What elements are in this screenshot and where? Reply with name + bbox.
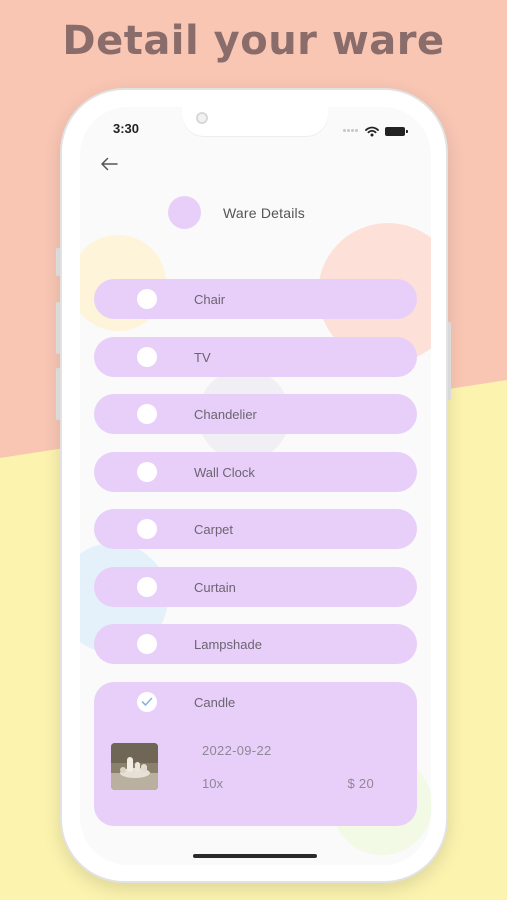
camera-icon bbox=[196, 112, 208, 124]
ware-label: Carpet bbox=[194, 522, 234, 537]
ware-checkbox[interactable] bbox=[137, 461, 157, 482]
ware-checkbox[interactable] bbox=[137, 519, 157, 539]
promo-headline: Detail your ware bbox=[62, 18, 445, 64]
header-avatar-dot bbox=[168, 196, 201, 229]
ware-label: Lampshade bbox=[194, 637, 262, 652]
ware-checkbox-checked[interactable] bbox=[137, 691, 157, 712]
ware-item-curtain[interactable]: Curtain bbox=[94, 566, 417, 607]
ware-list: Chair TV Chandelier Wall Clock Carpet Cu… bbox=[94, 279, 417, 843]
ware-label: Candle bbox=[194, 694, 236, 710]
ware-date: 2022-09-22 bbox=[202, 742, 272, 758]
ware-price: $ 20 bbox=[347, 775, 374, 791]
ware-quantity: 10x bbox=[202, 775, 223, 791]
signal-icon bbox=[343, 122, 359, 140]
ware-item-tv[interactable]: TV bbox=[94, 336, 417, 377]
wifi-icon bbox=[365, 126, 379, 136]
battery-icon bbox=[385, 126, 408, 136]
ware-item-wall-clock[interactable]: Wall Clock bbox=[94, 451, 417, 492]
phone-frame: 3:30 Ware Details Chair TV Chandelier Wa… bbox=[60, 88, 448, 883]
candle-photo bbox=[111, 742, 158, 790]
ware-checkbox[interactable] bbox=[137, 404, 157, 424]
ware-label: Chandelier bbox=[194, 407, 257, 422]
ware-item-chair[interactable]: Chair bbox=[94, 279, 417, 319]
arrow-left-icon[interactable] bbox=[100, 155, 118, 175]
ware-item-lampshade[interactable]: Lampshade bbox=[94, 624, 417, 664]
ware-label: Wall Clock bbox=[194, 464, 255, 480]
page-title: Ware Details bbox=[223, 205, 306, 221]
home-indicator[interactable] bbox=[193, 854, 317, 858]
ware-item-carpet[interactable]: Carpet bbox=[94, 509, 417, 549]
checkmark-icon bbox=[141, 697, 153, 706]
ware-checkbox[interactable] bbox=[137, 346, 157, 367]
ware-label: TV bbox=[194, 349, 211, 365]
ware-checkbox[interactable] bbox=[137, 634, 157, 654]
status-icons bbox=[343, 122, 408, 140]
ware-label: Curtain bbox=[194, 579, 236, 595]
ware-label: Chair bbox=[194, 292, 226, 307]
ware-item-candle[interactable]: Candle 2022-09-22 10x $ 20 bbox=[94, 681, 417, 826]
app-screen: 3:30 Ware Details Chair TV Chandelier Wa… bbox=[80, 107, 431, 865]
ware-checkbox[interactable] bbox=[137, 289, 157, 309]
ware-item-chandelier[interactable]: Chandelier bbox=[94, 394, 417, 434]
ware-checkbox[interactable] bbox=[137, 576, 157, 597]
phone-notch bbox=[182, 107, 328, 136]
status-time: 3:30 bbox=[113, 121, 140, 136]
